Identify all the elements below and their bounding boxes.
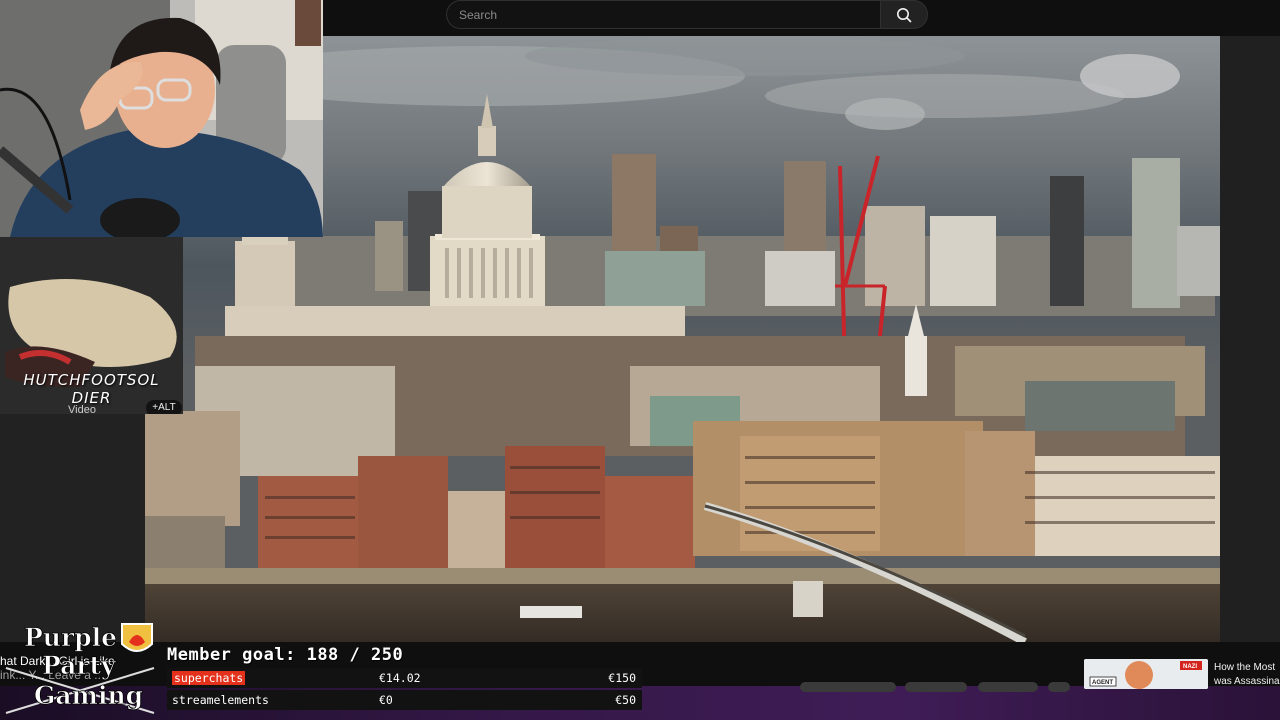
thumb-badge-right: NAZI: [1183, 664, 1197, 670]
left-dark-panel: [0, 414, 145, 644]
recommended-title: How the Most was Assassina: [1214, 661, 1280, 689]
member-goal-current: 188: [306, 645, 339, 665]
sidebar-panel: [1220, 36, 1280, 642]
video-type-label: Video: [68, 404, 96, 414]
action-chip[interactable]: [1048, 682, 1070, 692]
recommended-title-line: was Assassina: [1214, 676, 1280, 687]
goal-current: €0: [379, 693, 393, 707]
search-button[interactable]: [880, 0, 928, 29]
logo-word: Party: [42, 651, 117, 680]
video-card[interactable]: HUTCHFOOTSOL DIER Video +ALT: [0, 237, 183, 414]
recommended-title-line: How the Most: [1214, 662, 1276, 673]
action-chip[interactable]: [905, 682, 967, 692]
goal-row-streamelements: streamelements €0 €50: [167, 690, 642, 710]
recommended-video[interactable]: AGENT NAZI How the Most was Assassina: [1084, 659, 1280, 693]
goal-current: €14.02: [379, 671, 421, 685]
goal-label: superchats: [172, 671, 246, 685]
member-goal: Member goal: 188 / 250: [167, 645, 403, 665]
search-input[interactable]: [446, 0, 880, 29]
action-chip[interactable]: [978, 682, 1038, 692]
goal-row-superchats: superchats €14.02 €150: [167, 668, 642, 688]
search-bar: [446, 0, 928, 29]
thumb-badge-left: AGENT: [1092, 680, 1113, 686]
goal-label: streamelements: [172, 693, 269, 707]
search-icon: [897, 7, 912, 22]
action-chip[interactable]: [800, 682, 896, 692]
goal-target: €50: [615, 693, 636, 707]
channel-name: HUTCHFOOTSOL: [23, 371, 160, 389]
logo-word: Gaming: [34, 681, 143, 710]
member-goal-target: 250: [371, 645, 404, 665]
recommended-thumbnail: AGENT NAZI: [1084, 659, 1208, 689]
member-goal-separator: /: [349, 645, 361, 665]
logo-word: Purple: [24, 623, 117, 652]
goal-label-text: superchats: [172, 671, 246, 685]
goal-target: €150: [608, 671, 636, 685]
webcam-feed: [0, 0, 323, 237]
alt-badge[interactable]: +ALT: [146, 400, 182, 414]
streamer-webcam: [0, 0, 323, 237]
member-goal-label: Member goal:: [167, 645, 296, 665]
purple-party-gaming-logo: Purple Party Gaming: [4, 618, 164, 718]
